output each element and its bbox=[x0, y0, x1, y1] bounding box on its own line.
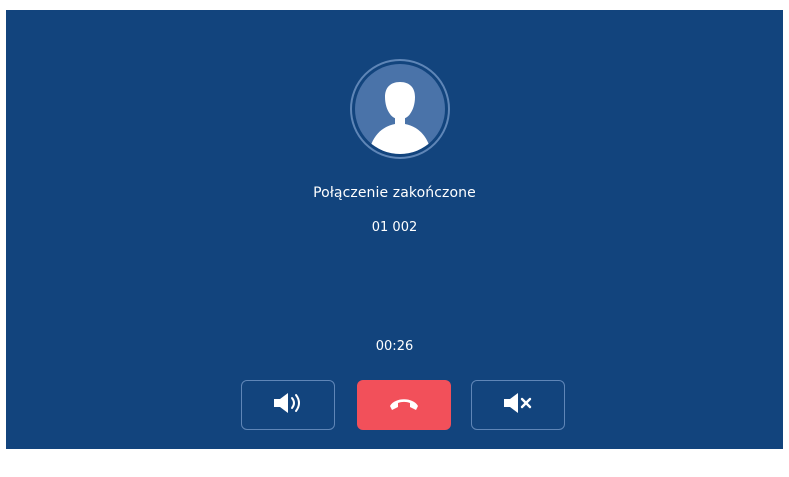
speaker-icon bbox=[271, 391, 305, 419]
hangup-button[interactable] bbox=[357, 380, 451, 430]
mute-button[interactable] bbox=[471, 380, 565, 430]
call-duration: 00:26 bbox=[375, 339, 414, 354]
speaker-muted-icon bbox=[501, 391, 535, 419]
caller-avatar bbox=[350, 59, 450, 159]
phone-hangup-icon bbox=[387, 393, 421, 417]
speaker-button[interactable] bbox=[241, 380, 335, 430]
caller-number: 01 002 bbox=[371, 220, 418, 235]
user-silhouette-icon bbox=[355, 64, 445, 154]
call-status: Połączenie zakończone bbox=[313, 185, 476, 201]
call-screen: Połączenie zakończone 01 002 00:26 bbox=[6, 10, 783, 449]
